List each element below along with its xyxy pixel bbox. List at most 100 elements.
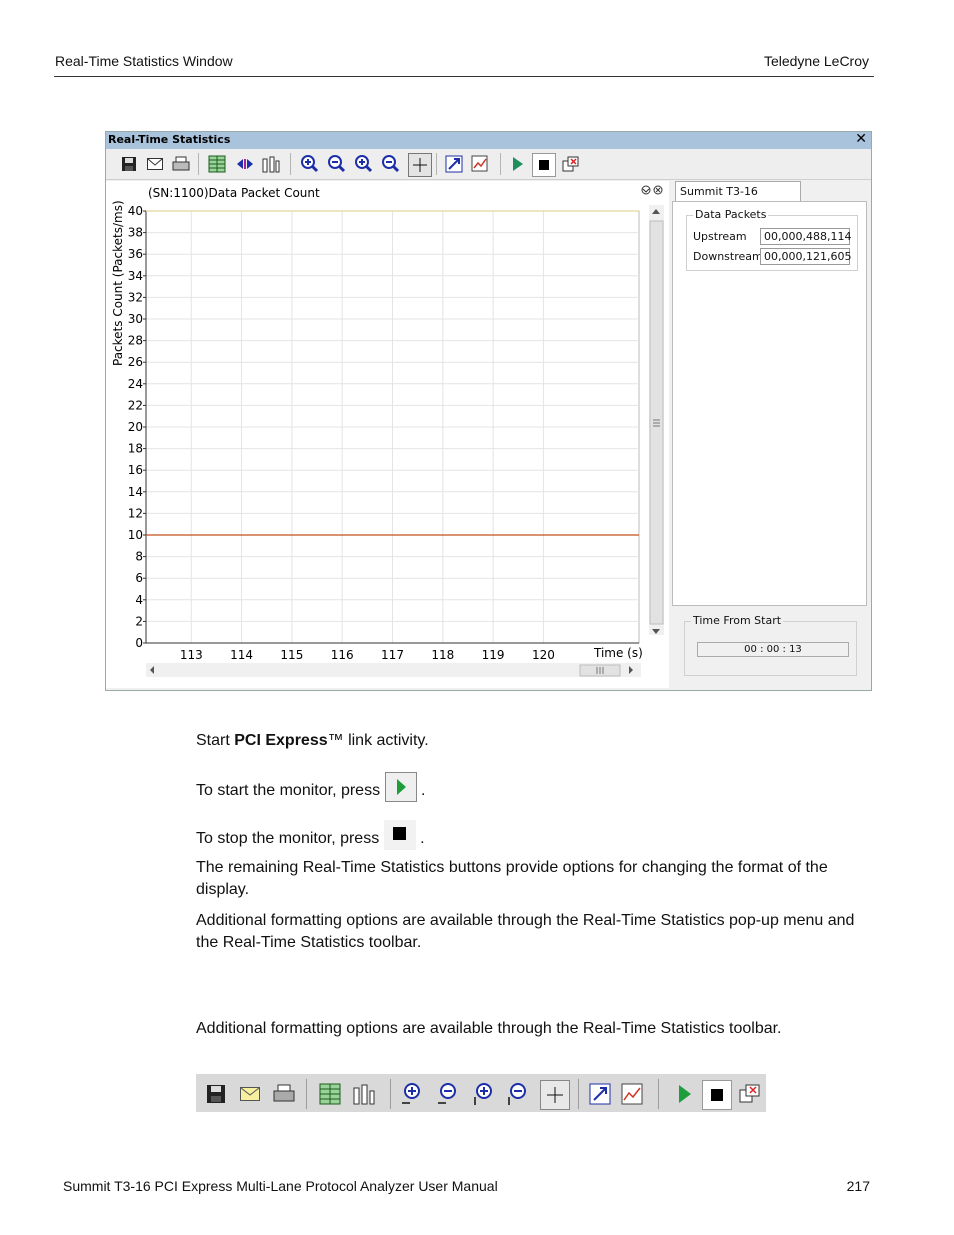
p2-post: . <box>420 782 426 800</box>
y-tick-label: 12 <box>128 506 143 520</box>
x-axis-label: Time (s) <box>593 646 643 660</box>
p3-pre: To stop the monitor, press <box>196 830 380 848</box>
mail-icon[interactable] <box>144 153 166 175</box>
y-tick-label: 14 <box>128 485 143 499</box>
start-icon[interactable] <box>506 153 528 175</box>
mail-icon <box>236 1080 264 1108</box>
settings-icon[interactable] <box>260 153 282 175</box>
real-time-statistics-window: Real-Time Statistics ✕ (SN:1100)Data Pac… <box>105 131 872 691</box>
zoom-out-horizontal-icon[interactable] <box>325 153 347 175</box>
paragraph-popup-menu: Additional formatting options are availa… <box>196 912 855 951</box>
upstream-value: 00,000,488,114 <box>760 228 851 245</box>
y-tick-label: 18 <box>128 442 143 456</box>
x-tick-label: 115 <box>280 648 303 662</box>
y-tick-label: 38 <box>128 226 143 240</box>
crosshair-icon[interactable] <box>408 153 432 177</box>
time-from-start-label: Time From Start <box>691 614 784 627</box>
y-tick-label: 16 <box>128 463 143 477</box>
x-tick-label: 113 <box>180 648 203 662</box>
downstream-value: 00,000,121,605 <box>760 248 851 265</box>
x-tick-label: 117 <box>381 648 404 662</box>
zoom-in-horizontal-icon[interactable] <box>298 153 320 175</box>
stop-button-image <box>383 820 416 850</box>
data-packets-label: Data Packets <box>693 208 769 221</box>
p3-post: . <box>420 830 425 848</box>
paragraph-toolbar: Additional formatting options are availa… <box>196 1020 782 1037</box>
footer-title: Summit T3-16 PCI Express Multi-Lane Prot… <box>63 1178 498 1194</box>
chart-title: (SN:1100)Data Packet Count <box>148 186 320 200</box>
x-tick-label: 116 <box>331 648 354 662</box>
p1-post: ™ link activity. <box>327 732 429 749</box>
chart-options-icon[interactable] <box>470 153 492 175</box>
chart-options-icon <box>620 1080 648 1108</box>
header-rule <box>54 76 874 77</box>
print-icon <box>270 1080 298 1108</box>
y-axis-label: Packets Count (Packets/ms) <box>111 200 125 366</box>
y-tick-label: 2 <box>135 614 143 628</box>
tab-device[interactable]: Summit T3-16 SN:1100 <box>675 181 801 218</box>
page-header-right: Teledyne LeCroy <box>763 53 869 69</box>
grid-icon <box>316 1080 344 1108</box>
upstream-label: Upstream <box>693 230 747 243</box>
y-tick-label: 10 <box>128 528 143 542</box>
print-icon[interactable] <box>170 153 192 175</box>
grid-icon[interactable] <box>206 153 228 175</box>
paragraph-start-monitor: To start the monitor, press . <box>196 772 876 806</box>
page-header-left: Real-Time Statistics Window <box>55 53 233 69</box>
p1-bold: PCI Express <box>234 732 328 749</box>
settings-icon <box>350 1080 378 1108</box>
page-number: 217 <box>846 1178 870 1194</box>
close-icon[interactable]: ✕ <box>855 131 867 147</box>
window-titlebar: Real-Time Statistics ✕ <box>106 131 871 149</box>
y-tick-label: 0 <box>135 636 143 650</box>
window-toolbar <box>106 149 871 180</box>
stop-icon <box>702 1080 732 1110</box>
stop-icon[interactable] <box>532 153 556 177</box>
time-from-start-group: Time From Start 00 : 00 : 13 <box>684 614 857 676</box>
zoom-in-vertical-icon <box>470 1080 498 1108</box>
x-tick-label: 118 <box>431 648 454 662</box>
expand-icon[interactable] <box>443 153 465 175</box>
paragraph-start-activity: Start PCI Express™ link activity. <box>196 730 876 752</box>
p1-pre: Start <box>196 732 235 749</box>
start-icon <box>670 1080 698 1108</box>
y-tick-label: 20 <box>128 420 143 434</box>
y-tick-label: 32 <box>128 290 143 304</box>
y-tick-label: 8 <box>135 550 143 564</box>
zoom-in-horizontal-icon <box>398 1080 426 1108</box>
time-from-start-value: 00 : 00 : 13 <box>697 642 849 657</box>
data-packets-box: Data Packets Upstream 00,000,488,114 Dow… <box>672 201 867 606</box>
y-tick-label: 4 <box>135 593 143 607</box>
y-tick-label: 26 <box>128 355 143 369</box>
close-window-icon[interactable] <box>560 153 582 175</box>
paragraph-stop-monitor: To stop the monitor, press . <box>196 820 876 854</box>
y-tick-label: 6 <box>135 571 143 585</box>
fit-horizontal-icon[interactable] <box>234 153 256 175</box>
y-tick-label: 40 <box>128 204 143 218</box>
zoom-out-vertical-icon <box>504 1080 532 1108</box>
vertical-scrollbar[interactable] <box>649 205 664 635</box>
crosshair-icon <box>540 1080 570 1110</box>
save-icon[interactable] <box>118 153 140 175</box>
zoom-in-vertical-icon[interactable] <box>352 153 374 175</box>
y-tick-label: 30 <box>128 312 143 326</box>
x-tick-label: 120 <box>532 648 555 662</box>
statistics-side-panel: Summit T3-16 SN:1100 Data Packets Upstre… <box>672 181 869 688</box>
y-tick-label: 22 <box>128 398 143 412</box>
window-title: Real-Time Statistics <box>108 133 231 146</box>
y-tick-label: 36 <box>128 247 143 261</box>
zoom-out-horizontal-icon <box>434 1080 462 1108</box>
y-tick-label: 34 <box>128 269 143 283</box>
packet-count-chart: (SN:1100)Data Packet Count Packets Count… <box>106 181 669 688</box>
close-window-icon <box>736 1080 764 1108</box>
x-tick-label: 119 <box>482 648 505 662</box>
start-button-image <box>384 772 417 802</box>
save-icon <box>202 1080 230 1108</box>
horizontal-scrollbar[interactable] <box>146 663 641 677</box>
paragraph-remaining-buttons: The remaining Real-Time Statistics butto… <box>196 859 828 898</box>
expand-icon <box>586 1080 614 1108</box>
p2-pre: To start the monitor, press <box>196 782 381 800</box>
data-packets-group: Data Packets Upstream 00,000,488,114 Dow… <box>686 208 858 271</box>
zoom-out-vertical-icon[interactable] <box>379 153 401 175</box>
y-tick-label: 24 <box>128 377 143 391</box>
